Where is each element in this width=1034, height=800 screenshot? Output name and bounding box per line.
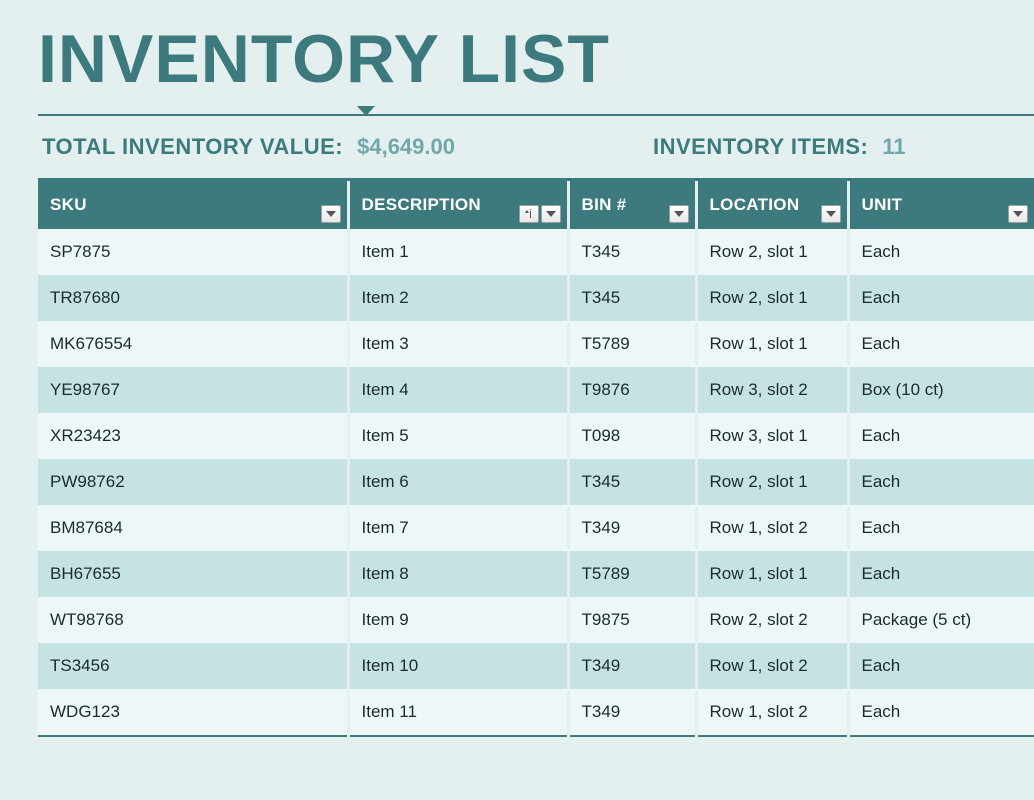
chevron-down-icon <box>826 210 836 218</box>
cell-description[interactable]: Item 9 <box>348 597 568 643</box>
cell-location[interactable]: Row 1, slot 1 <box>696 321 848 367</box>
title-divider <box>38 106 1034 124</box>
col-header-location: LOCATION <box>696 181 848 229</box>
cell-unit[interactable]: Package (5 ct) <box>848 597 1034 643</box>
cell-sku[interactable]: BM87684 <box>38 505 348 551</box>
col-header-bin: BIN # <box>568 181 696 229</box>
cell-bin[interactable]: T098 <box>568 413 696 459</box>
filter-button-unit[interactable] <box>1008 205 1028 223</box>
col-header-unit: UNIT <box>848 181 1034 229</box>
table-row: MK676554Item 3T5789Row 1, slot 1Each <box>38 321 1034 367</box>
inventory-items-label: INVENTORY ITEMS: <box>653 134 868 160</box>
cell-unit[interactable]: Each <box>848 321 1034 367</box>
cell-sku[interactable]: YE98767 <box>38 367 348 413</box>
cell-sku[interactable]: WDG123 <box>38 689 348 736</box>
total-inventory-value: $4,649.00 <box>357 134 455 160</box>
cell-bin[interactable]: T345 <box>568 229 696 275</box>
cell-bin[interactable]: T345 <box>568 459 696 505</box>
cell-sku[interactable]: TS3456 <box>38 643 348 689</box>
cell-unit[interactable]: Box (10 ct) <box>848 367 1034 413</box>
cell-sku[interactable]: WT98768 <box>38 597 348 643</box>
cell-unit[interactable]: Each <box>848 689 1034 736</box>
cell-location[interactable]: Row 2, slot 2 <box>696 597 848 643</box>
cell-unit[interactable]: Each <box>848 505 1034 551</box>
table-row: TS3456Item 10T349Row 1, slot 2Each <box>38 643 1034 689</box>
cell-description[interactable]: Item 2 <box>348 275 568 321</box>
filter-button-description[interactable] <box>541 205 561 223</box>
cell-description[interactable]: Item 6 <box>348 459 568 505</box>
summary-bar: TOTAL INVENTORY VALUE: $4,649.00 INVENTO… <box>38 130 1034 178</box>
cell-description[interactable]: Item 7 <box>348 505 568 551</box>
chevron-down-icon <box>1013 210 1023 218</box>
table-row: TR87680Item 2T345Row 2, slot 1Each <box>38 275 1034 321</box>
chevron-down-icon <box>546 210 556 218</box>
cell-bin[interactable]: T9876 <box>568 367 696 413</box>
cell-sku[interactable]: SP7875 <box>38 229 348 275</box>
cell-sku[interactable]: TR87680 <box>38 275 348 321</box>
cell-location[interactable]: Row 3, slot 1 <box>696 413 848 459</box>
cell-bin[interactable]: T349 <box>568 689 696 736</box>
cell-bin[interactable]: T9875 <box>568 597 696 643</box>
col-header-label: BIN # <box>582 195 627 214</box>
cell-description[interactable]: Item 1 <box>348 229 568 275</box>
col-header-label: DESCRIPTION <box>362 195 481 214</box>
table-row: WT98768Item 9T9875Row 2, slot 2Package (… <box>38 597 1034 643</box>
table-row: BM87684Item 7T349Row 1, slot 2Each <box>38 505 1034 551</box>
table-row: XR23423Item 5T098Row 3, slot 1Each <box>38 413 1034 459</box>
cell-bin[interactable]: T5789 <box>568 321 696 367</box>
cell-bin[interactable]: T349 <box>568 505 696 551</box>
filter-button-location[interactable] <box>821 205 841 223</box>
table-row: PW98762Item 6T345Row 2, slot 1Each <box>38 459 1034 505</box>
cell-description[interactable]: Item 3 <box>348 321 568 367</box>
chevron-down-icon <box>674 210 684 218</box>
col-header-sku: SKU <box>38 181 348 229</box>
cell-sku[interactable]: PW98762 <box>38 459 348 505</box>
cell-sku[interactable]: MK676554 <box>38 321 348 367</box>
cell-location[interactable]: Row 1, slot 2 <box>696 505 848 551</box>
cell-location[interactable]: Row 2, slot 1 <box>696 275 848 321</box>
table-row: WDG123Item 11T349Row 1, slot 2Each <box>38 689 1034 736</box>
total-inventory-label: TOTAL INVENTORY VALUE: <box>42 134 343 160</box>
filter-button-sku[interactable] <box>321 205 341 223</box>
cell-location[interactable]: Row 1, slot 1 <box>696 551 848 597</box>
cell-description[interactable]: Item 4 <box>348 367 568 413</box>
table-row: SP7875Item 1T345Row 2, slot 1Each <box>38 229 1034 275</box>
col-header-label: UNIT <box>862 195 903 214</box>
col-header-label: LOCATION <box>710 195 800 214</box>
cell-unit[interactable]: Each <box>848 229 1034 275</box>
sort-asc-icon <box>523 209 535 219</box>
cell-description[interactable]: Item 8 <box>348 551 568 597</box>
cell-sku[interactable]: XR23423 <box>38 413 348 459</box>
sort-button-description[interactable] <box>519 205 539 223</box>
cell-description[interactable]: Item 5 <box>348 413 568 459</box>
col-header-description: DESCRIPTION <box>348 181 568 229</box>
chevron-down-icon <box>326 210 336 218</box>
cell-sku[interactable]: BH67655 <box>38 551 348 597</box>
page-title: INVENTORY LIST <box>38 20 1034 98</box>
filter-button-bin[interactable] <box>669 205 689 223</box>
cell-location[interactable]: Row 1, slot 2 <box>696 643 848 689</box>
cell-location[interactable]: Row 3, slot 2 <box>696 367 848 413</box>
cell-description[interactable]: Item 10 <box>348 643 568 689</box>
cell-bin[interactable]: T349 <box>568 643 696 689</box>
cell-bin[interactable]: T345 <box>568 275 696 321</box>
cell-unit[interactable]: Each <box>848 643 1034 689</box>
cell-location[interactable]: Row 2, slot 1 <box>696 459 848 505</box>
cell-unit[interactable]: Each <box>848 459 1034 505</box>
cell-bin[interactable]: T5789 <box>568 551 696 597</box>
table-header-row: SKU DESCRIPTION <box>38 181 1034 229</box>
cell-description[interactable]: Item 11 <box>348 689 568 736</box>
cell-unit[interactable]: Each <box>848 275 1034 321</box>
inventory-items-value: 11 <box>882 134 905 160</box>
table-row: YE98767Item 4T9876Row 3, slot 2Box (10 c… <box>38 367 1034 413</box>
cell-location[interactable]: Row 2, slot 1 <box>696 229 848 275</box>
cell-location[interactable]: Row 1, slot 2 <box>696 689 848 736</box>
cell-unit[interactable]: Each <box>848 551 1034 597</box>
col-header-label: SKU <box>50 195 87 214</box>
cell-unit[interactable]: Each <box>848 413 1034 459</box>
inventory-table: SKU DESCRIPTION <box>38 178 1034 737</box>
table-row: BH67655Item 8T5789Row 1, slot 1Each <box>38 551 1034 597</box>
